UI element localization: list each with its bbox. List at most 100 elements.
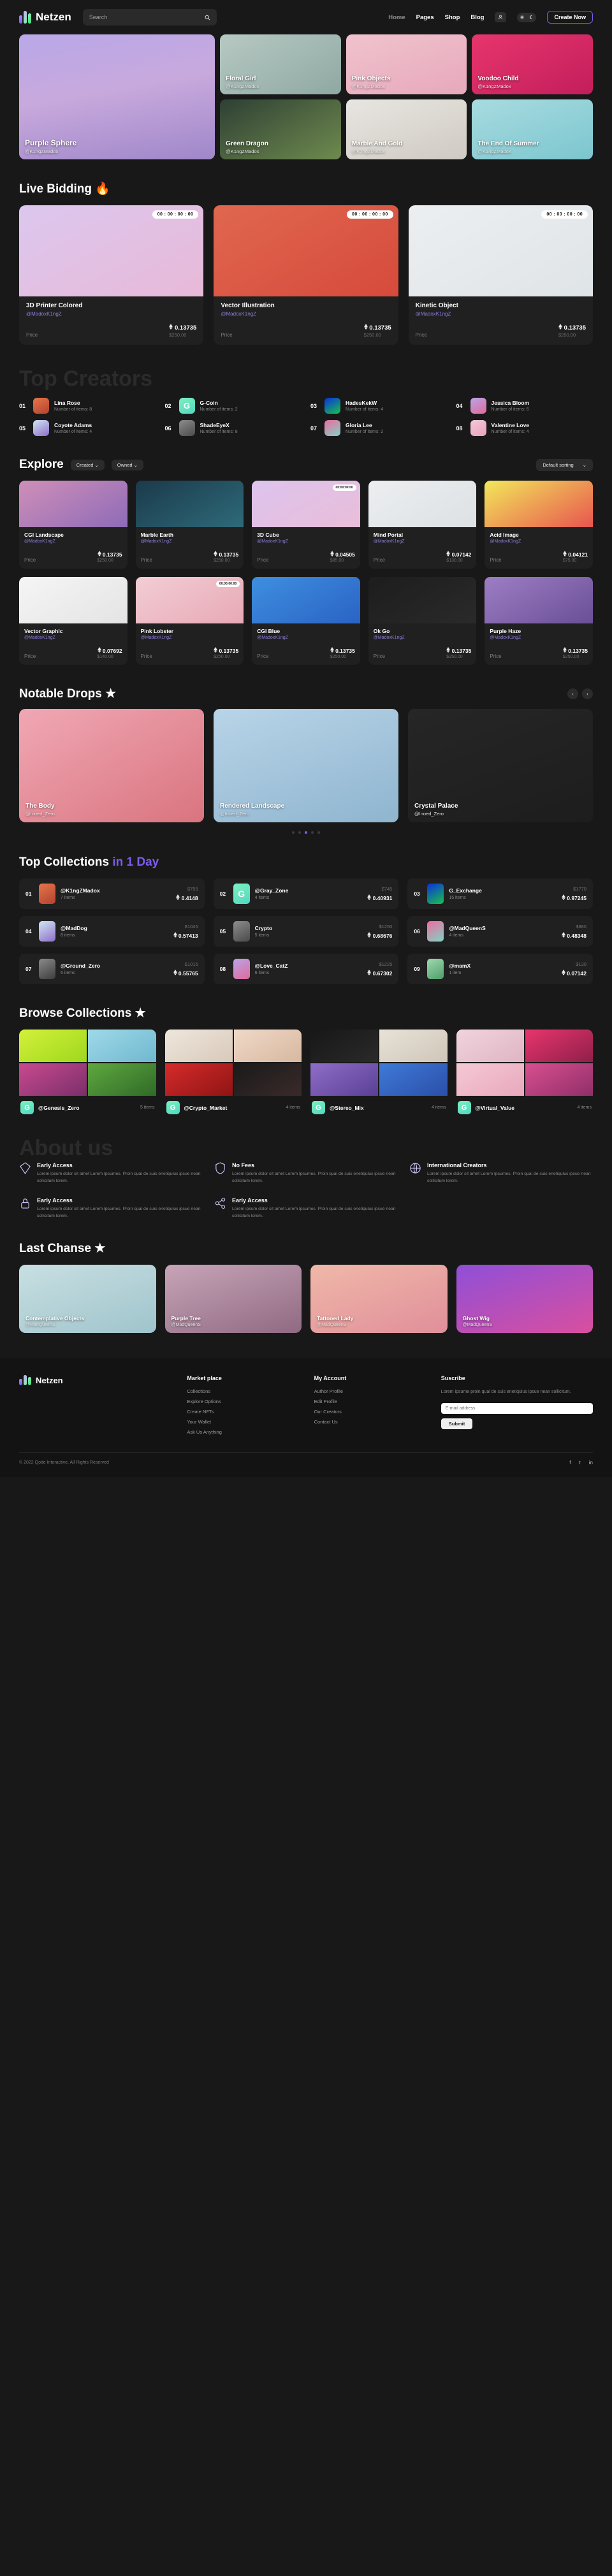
explore-author[interactable]: @MadoxK1ngZ [141,539,239,544]
sun-icon[interactable]: ☀ [520,15,524,20]
email-field[interactable] [441,1403,593,1415]
footer-link[interactable]: Author Profile [314,1388,431,1394]
carousel-dot[interactable] [298,831,301,834]
collection-row[interactable]: 07 @Ground_Zero 6 items $1015 0.55765 [19,954,205,984]
bid-card[interactable]: 00 : 00 : 00 : 00 Kinetic Object @MadoxK… [408,205,593,345]
user-icon[interactable] [495,12,507,22]
hero-card[interactable]: Voodoo Child @K1ngZMadox [472,34,593,94]
footer-link[interactable]: Our Creators [314,1409,431,1415]
explore-author[interactable]: @MadoxK1ngZ [24,539,122,544]
explore-card[interactable]: Acid Image @MadoxK1ngZ Price 0.04121 $75… [484,481,593,569]
collection-row[interactable]: 06 @MadQueenS 4 items $880 0.48348 [407,916,593,947]
explore-card[interactable]: Vector Graphic @MadoxK1ngZ Price 0.07692… [19,577,127,665]
footer-link[interactable]: Create NFTs [187,1409,303,1415]
sort-dropdown[interactable]: Default sorting ⌄ [536,458,593,471]
nav-item-blog[interactable]: Blog [470,14,484,21]
theme-toggle[interactable]: ☀ ☾ [517,12,537,22]
carousel-dot[interactable] [292,831,295,834]
explore-author[interactable]: @MadoxK1ngZ [24,636,122,640]
explore-card[interactable]: Purple Haze @MadoxK1ngZ Price 0.13735 $2… [484,577,593,665]
bid-image[interactable]: 00 : 00 : 00 : 00 [214,205,398,296]
browse-collection[interactable]: G @Crypto_Market 4 items [164,1030,302,1114]
explore-image[interactable] [368,577,477,623]
explore-card[interactable]: Ok Go @MadoxK1ngZ Price 0.13735 $250.00 [368,577,477,665]
bid-author[interactable]: @MadoxK1ngZ [416,311,586,317]
search-input[interactable] [89,14,205,20]
drop-card[interactable]: Rendered Landscape @Inoed_Zero [214,709,398,822]
create-now-button[interactable]: Create Now [547,11,593,24]
nav-item-pages[interactable]: Pages [416,14,434,21]
filter-created[interactable]: Created ⌄ [70,459,105,470]
browse-collection[interactable]: G @Virtual_Value 4 items [456,1030,593,1114]
explore-image[interactable] [19,481,127,527]
hero-card[interactable]: Marble And Gold @K1ngZMadox [346,99,467,159]
creator-item[interactable]: 02 G G-Coin Number of items: 2 [165,398,302,414]
bid-author[interactable]: @MadoxK1ngZ [26,311,196,317]
social-icon[interactable]: in [589,1460,593,1466]
explore-image[interactable] [484,481,593,527]
collection-row[interactable]: 04 @MadDog 8 items $1045 0.57413 [19,916,205,947]
explore-image[interactable] [135,481,244,527]
collection-row[interactable]: 05 Crypto 5 items $1250 0.68676 [213,916,399,947]
explore-card[interactable]: Mind Portal @MadoxK1ngZ Price 0.07142 $1… [368,481,477,569]
explore-card[interactable]: Marble Earth @MadoxK1ngZ Price 0.13735 $… [135,481,244,569]
creator-item[interactable]: 04 Jessica Bloom Number of items: 6 [456,398,594,414]
bid-image[interactable]: 00 : 00 : 00 : 00 [19,205,204,296]
explore-image[interactable] [368,481,477,527]
collection-row[interactable]: 08 @Love_CatZ 6 items $1225 0.67302 [213,954,399,984]
explore-image[interactable] [484,577,593,623]
hero-card[interactable]: Green Dragon @K1ngZMadox [220,99,341,159]
moon-icon[interactable]: ☾ [529,15,534,20]
logo[interactable]: Netzen [19,11,71,24]
carousel-dot[interactable] [317,831,320,834]
collection-row[interactable]: 09 @mamX 1 item $130 0.07142 [407,954,593,984]
social-icon[interactable]: f [569,1460,571,1466]
explore-image[interactable]: 00:00:00:00 [252,481,360,527]
collection-row[interactable]: 02 G @Gray_Zone 4 items $745 0.40931 [213,878,399,909]
drop-card[interactable]: Crystal Palace @Inoed_Zero [408,709,593,822]
last-chance-card[interactable]: Tattooed Lady @MadQueenS [310,1265,448,1334]
social-icon[interactable]: t [579,1460,581,1466]
filter-owned[interactable]: Owned ⌄ [111,459,143,470]
bid-card[interactable]: 00 : 00 : 00 : 00 Vector Illustration @M… [214,205,398,345]
hero-card[interactable]: Floral Girl @K1ngZMadox [220,34,341,94]
footer-link[interactable]: Explore Options [187,1399,303,1404]
explore-author[interactable]: @MadoxK1ngZ [141,636,239,640]
footer-link[interactable]: Collections [187,1388,303,1394]
hero-card[interactable]: The End Of Summer @K1ngZMadox [472,99,593,159]
creator-item[interactable]: 06 ShadeEyeX Number of items: 8 [165,420,302,436]
nav-item-shop[interactable]: Shop [445,14,460,21]
creator-item[interactable]: 01 Lina Rose Number of items: 8 [19,398,156,414]
drop-card[interactable]: The Body @Inoed_Zero [19,709,204,822]
carousel-dot[interactable] [305,831,307,834]
explore-author[interactable]: @MadoxK1ngZ [490,539,588,544]
footer-link[interactable]: Your Wallet [187,1419,303,1425]
footer-logo[interactable]: Netzen [19,1375,177,1386]
bid-author[interactable]: @MadoxK1ngZ [221,311,391,317]
next-arrow-icon[interactable]: › [582,688,593,699]
explore-author[interactable]: @MadoxK1ngZ [257,636,355,640]
explore-card[interactable]: CGI Blue @MadoxK1ngZ Price 0.13735 $250.… [252,577,360,665]
explore-card[interactable]: 00:00:00:00 3D Cube @MadoxK1ngZ Price 0.… [252,481,360,569]
search-box[interactable] [82,9,217,25]
collection-preview[interactable] [164,1030,302,1096]
explore-author[interactable]: @MadoxK1ngZ [257,539,355,544]
hero-card-feature[interactable]: Purple Sphere @K1ngZMadox [19,34,215,159]
collection-row[interactable]: 03 G_Exchange 15 items $1770 0.97245 [407,878,593,909]
collection-preview[interactable] [456,1030,593,1096]
explore-image[interactable]: 00:00:00:00 [135,577,244,623]
nav-item-home[interactable]: Home [388,14,405,21]
last-chance-card[interactable]: Contemplative Objects @MadQueenS [19,1265,156,1334]
creator-item[interactable]: 03 HadesKekW Number of items: 4 [310,398,448,414]
creator-item[interactable]: 07 Gloria Lee Number of items: 2 [310,420,448,436]
last-chance-card[interactable]: Ghost Wig @MadQueenS [456,1265,593,1334]
collection-preview[interactable] [19,1030,156,1096]
explore-card[interactable]: 00:00:00:00 Pink Lobster @MadoxK1ngZ Pri… [135,577,244,665]
submit-button[interactable]: Submit [441,1418,473,1430]
bid-card[interactable]: 00 : 00 : 00 : 00 3D Printer Colored @Ma… [19,205,204,345]
explore-author[interactable]: @MadoxK1ngZ [490,636,588,640]
browse-collection[interactable]: G @Genesis_Zero 5 items [19,1030,156,1114]
explore-image[interactable] [252,577,360,623]
explore-card[interactable]: CGI Landscape @MadoxK1ngZ Price 0.13735 … [19,481,127,569]
hero-card[interactable]: Pink Objects @K1ngZMadox [346,34,467,94]
